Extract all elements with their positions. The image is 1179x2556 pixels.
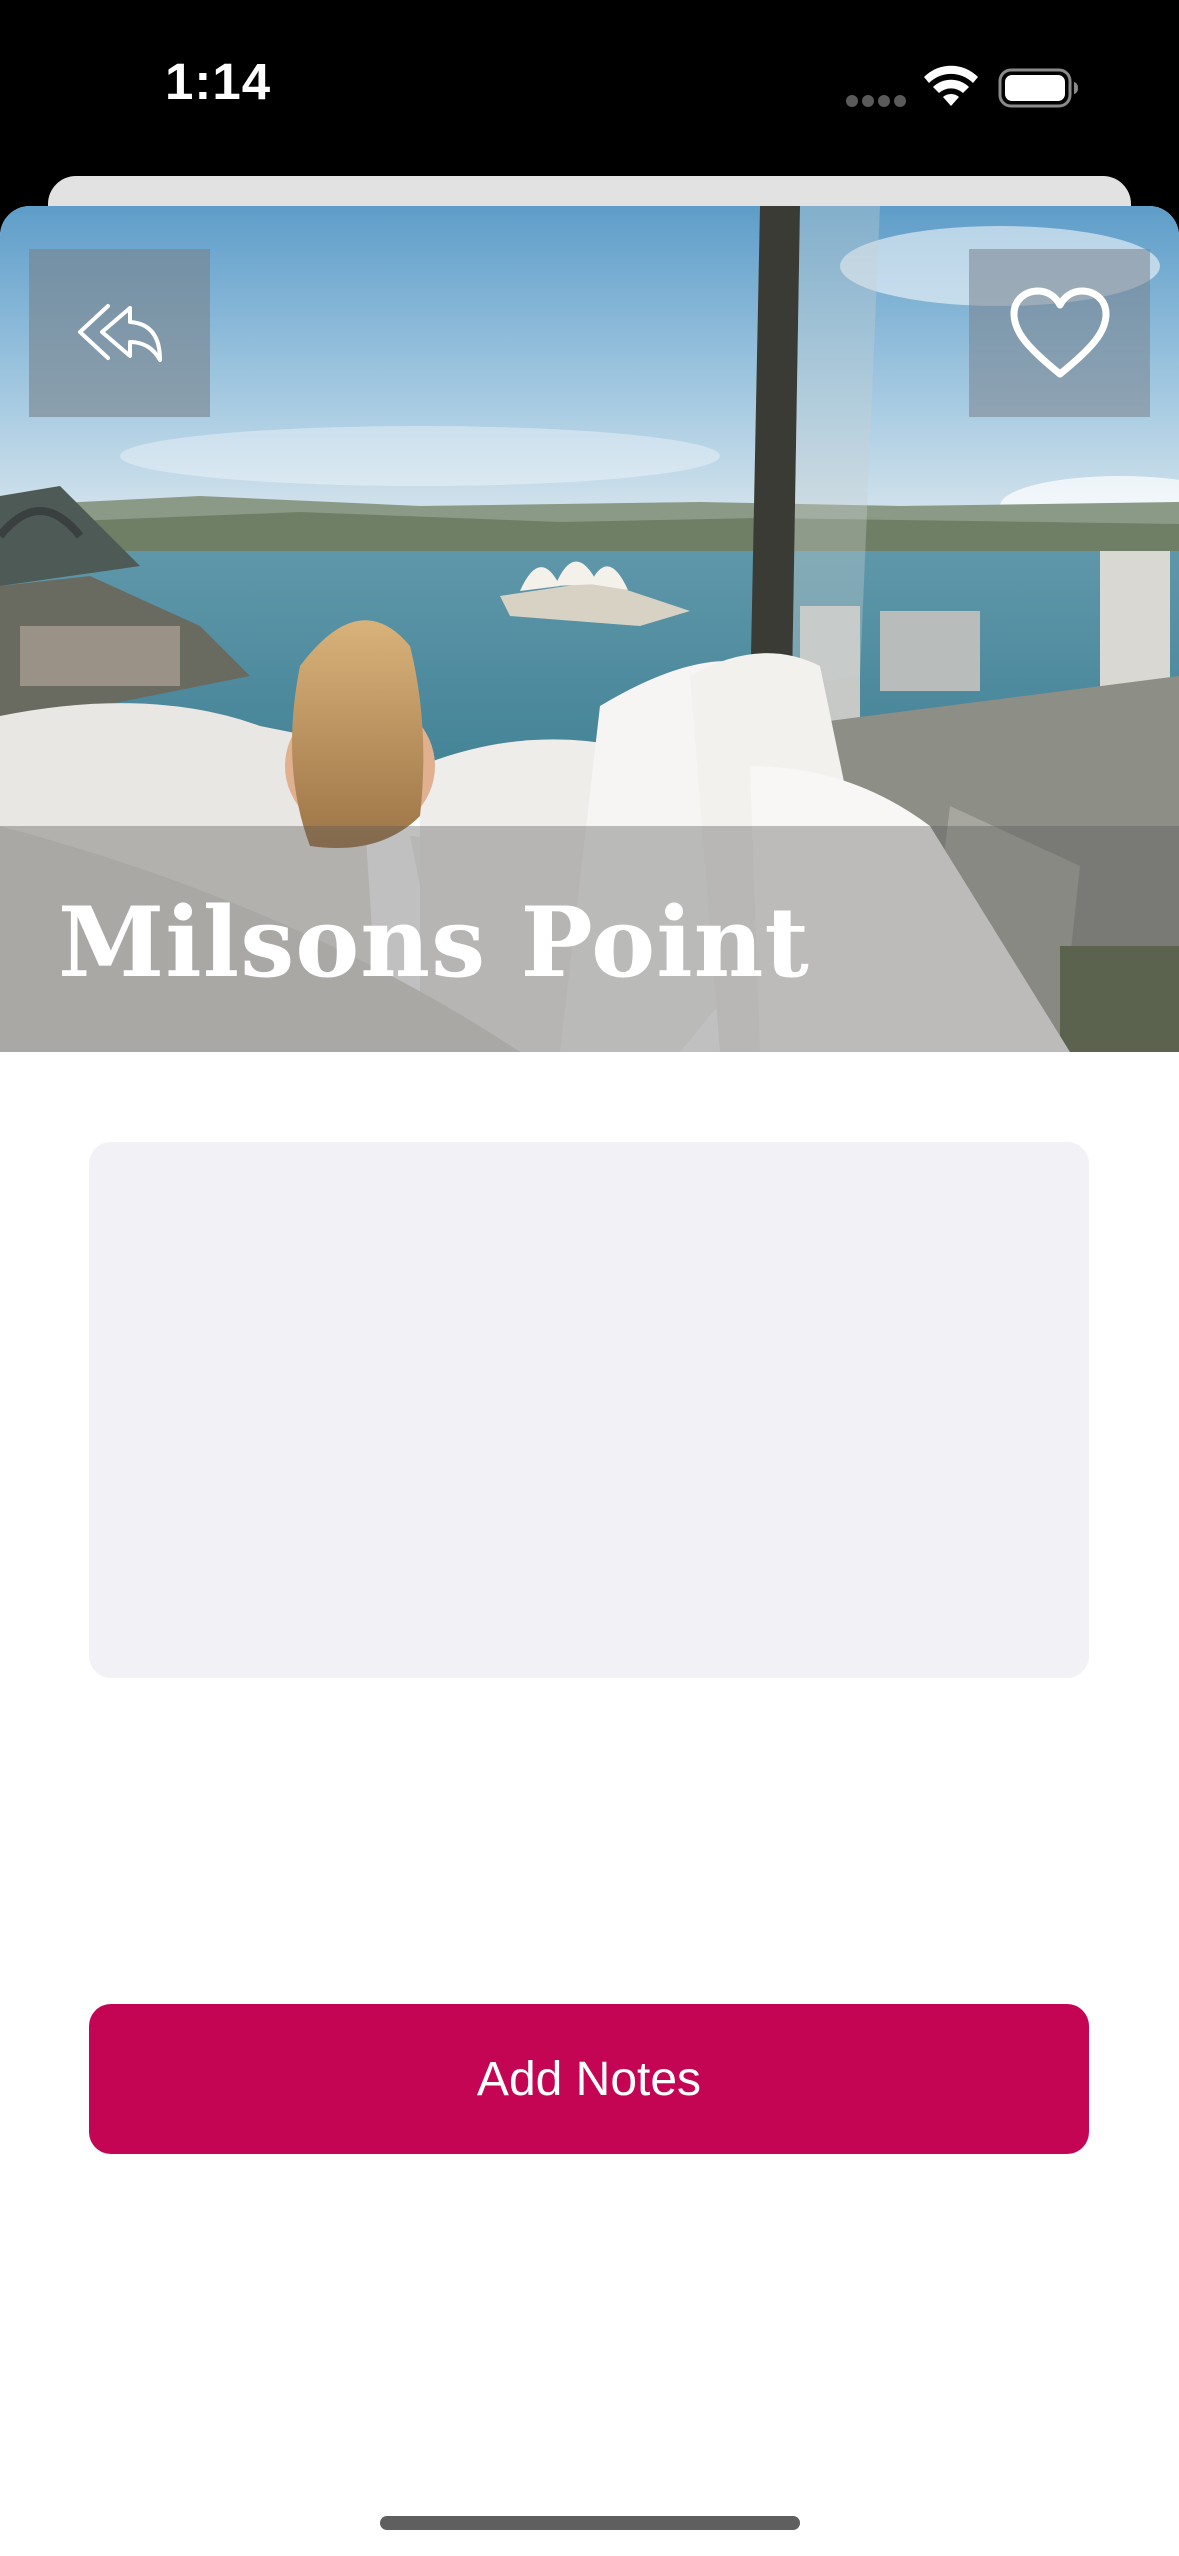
location-title: Milsons Point	[58, 886, 810, 999]
status-bar: 1:14	[0, 0, 1179, 175]
hero-header: Milsons Point	[0, 206, 1179, 1052]
reply-all-icon	[77, 304, 162, 362]
home-indicator[interactable]	[380, 2516, 800, 2530]
cellular-signal-icon	[846, 95, 906, 107]
heart-outline-icon	[1010, 287, 1109, 378]
location-detail-sheet: Milsons Point Add Notes	[0, 206, 1179, 2556]
favorite-button[interactable]	[969, 249, 1150, 417]
notes-text-area[interactable]	[89, 1142, 1089, 1678]
add-notes-button[interactable]: Add Notes	[89, 2004, 1089, 2154]
battery-icon	[998, 68, 1078, 108]
back-button[interactable]	[29, 249, 210, 417]
wifi-icon	[924, 65, 978, 106]
status-time: 1:14	[165, 53, 272, 110]
